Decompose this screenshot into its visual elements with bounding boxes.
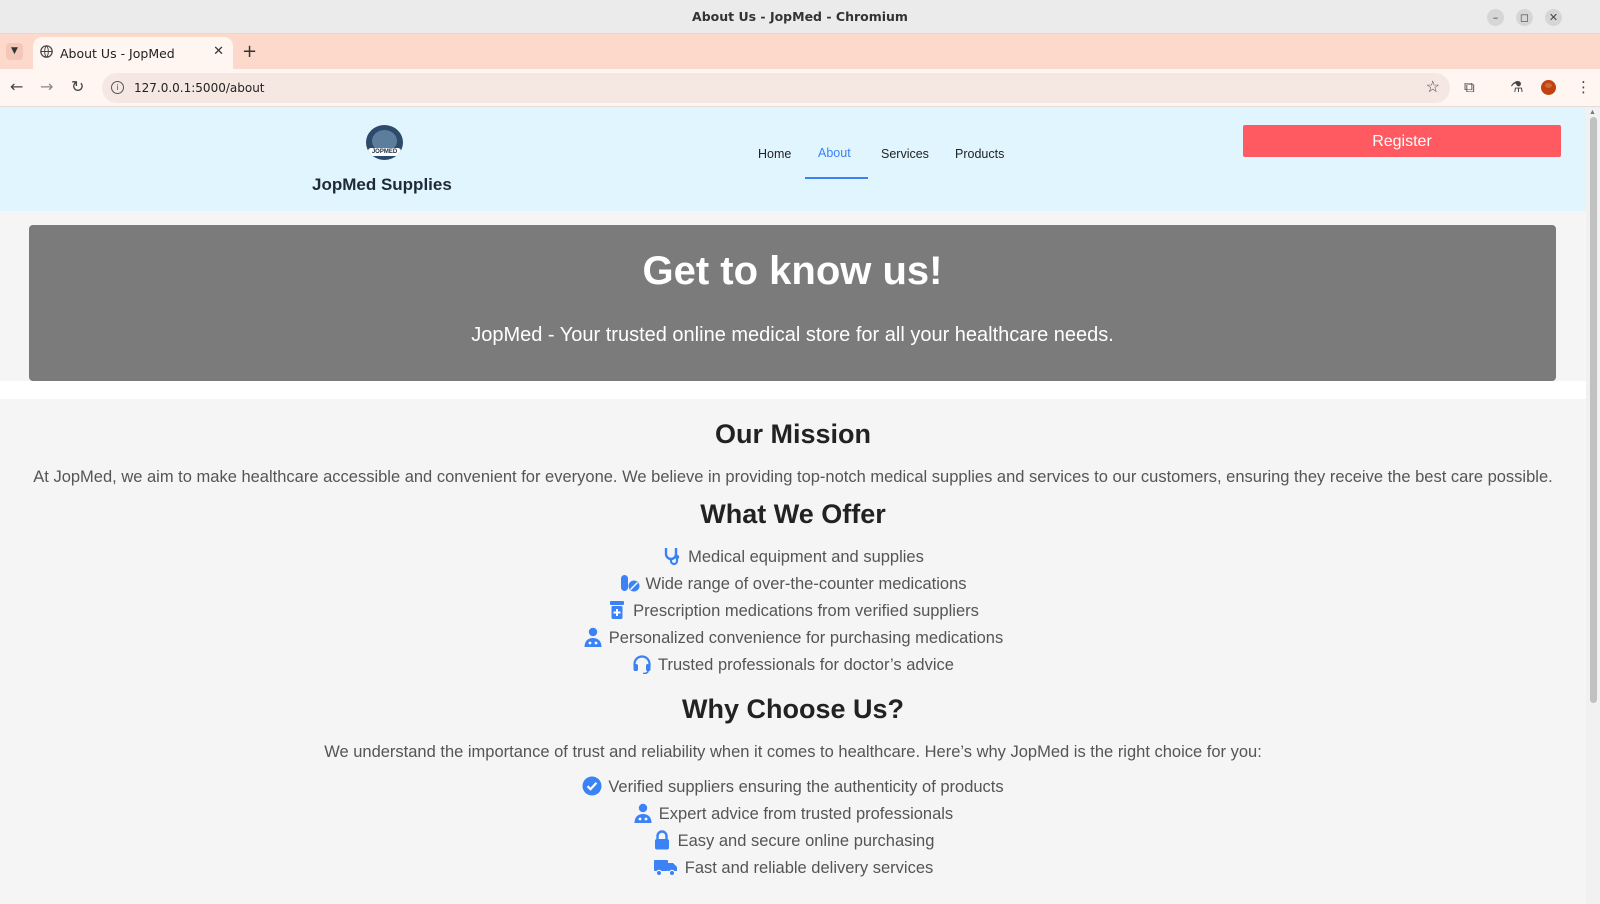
bookmark-star-icon[interactable]: ☆ bbox=[1426, 77, 1440, 97]
why-item: Verified suppliers ensuring the authenti… bbox=[0, 776, 1586, 797]
profile-avatar-icon[interactable] bbox=[1541, 80, 1556, 95]
scrollbar-thumb[interactable] bbox=[1590, 117, 1597, 703]
nav-products[interactable]: Products bbox=[955, 147, 1004, 161]
active-nav-underline bbox=[805, 177, 868, 179]
offer-item: Personalized convenience for purchasing … bbox=[0, 627, 1586, 648]
labs-flask-icon[interactable]: ⚗ bbox=[1510, 78, 1523, 96]
offer-heading: What We Offer bbox=[700, 499, 886, 529]
tab-search-chevron-icon[interactable]: ▼ bbox=[6, 43, 23, 60]
extensions-icon[interactable]: ⧉ bbox=[1464, 78, 1475, 96]
page-scrollbar[interactable]: ▲ bbox=[1586, 107, 1600, 904]
prescription-bottle-icon bbox=[607, 600, 627, 620]
globe-icon bbox=[40, 45, 53, 58]
why-item: Expert advice from trusted professionals bbox=[0, 803, 1586, 824]
register-button[interactable]: Register bbox=[1243, 125, 1561, 157]
check-circle-icon bbox=[582, 776, 602, 796]
tab-strip: ▼ About Us - JopMed ✕ + bbox=[0, 34, 1600, 69]
pills-icon bbox=[620, 573, 640, 593]
minimize-icon[interactable]: – bbox=[1487, 9, 1504, 26]
window-title: About Us - JopMed - Chromium bbox=[692, 9, 908, 24]
nav-about[interactable]: About bbox=[818, 146, 851, 160]
back-icon[interactable]: ← bbox=[10, 77, 23, 96]
close-icon[interactable]: ✕ bbox=[1545, 9, 1562, 26]
why-intro: We understand the importance of trust an… bbox=[324, 743, 1262, 761]
nav-home[interactable]: Home bbox=[758, 147, 791, 161]
restore-icon[interactable]: ◻ bbox=[1516, 9, 1533, 26]
brand-name: JopMed Supplies bbox=[312, 175, 452, 194]
section-divider bbox=[0, 381, 1586, 399]
tab-close-icon[interactable]: ✕ bbox=[213, 44, 224, 59]
user-doctor-icon bbox=[583, 627, 603, 647]
user-doctor-icon bbox=[633, 803, 653, 823]
hero-title: Get to know us! bbox=[642, 249, 943, 293]
jopmed-logo[interactable]: JOPMED bbox=[366, 125, 403, 160]
forward-icon[interactable]: → bbox=[40, 77, 53, 96]
hero-banner: Get to know us! JopMed - Your trusted on… bbox=[29, 225, 1556, 381]
site-header: JOPMED JopMed Supplies Home About Servic… bbox=[0, 107, 1586, 211]
lock-icon bbox=[652, 830, 672, 850]
mission-text: At JopMed, we aim to make healthcare acc… bbox=[33, 468, 1553, 486]
offer-item: Medical equipment and supplies bbox=[0, 546, 1586, 567]
offer-item: Wide range of over-the-counter medicatio… bbox=[0, 573, 1586, 594]
url-text[interactable]: 127.0.0.1:5000/about bbox=[134, 81, 265, 95]
stethoscope-icon bbox=[662, 546, 682, 566]
reload-icon[interactable]: ↻ bbox=[71, 77, 84, 96]
headset-icon bbox=[632, 654, 652, 674]
menu-kebab-icon[interactable]: ⋮ bbox=[1576, 78, 1591, 96]
nav-services[interactable]: Services bbox=[881, 147, 929, 161]
offer-item: Prescription medications from verified s… bbox=[0, 600, 1586, 621]
new-tab-icon[interactable]: + bbox=[242, 41, 257, 62]
site-info-icon[interactable]: i bbox=[111, 81, 124, 94]
page-viewport: JOPMED JopMed Supplies Home About Servic… bbox=[0, 107, 1586, 904]
tab-title: About Us - JopMed bbox=[60, 46, 175, 61]
scroll-up-arrow-icon[interactable]: ▲ bbox=[1589, 109, 1596, 116]
window-titlebar: About Us - JopMed - Chromium – ◻ ✕ bbox=[0, 0, 1600, 34]
why-heading: Why Choose Us? bbox=[681, 694, 904, 724]
why-item: Fast and reliable delivery services bbox=[0, 857, 1586, 878]
address-bar[interactable]: i 127.0.0.1:5000/about ☆ bbox=[102, 73, 1450, 103]
offer-item: Trusted professionals for doctor’s advic… bbox=[0, 654, 1586, 675]
tab-about-us[interactable]: About Us - JopMed ✕ bbox=[33, 37, 233, 69]
truck-icon bbox=[653, 857, 679, 877]
browser-toolbar: ← → ↻ i 127.0.0.1:5000/about ☆ ⧉ ⚗ ⋮ bbox=[0, 69, 1600, 107]
mission-heading: Our Mission bbox=[714, 419, 871, 449]
hero-subtitle: JopMed - Your trusted online medical sto… bbox=[471, 324, 1114, 346]
why-item: Easy and secure online purchasing bbox=[0, 830, 1586, 851]
